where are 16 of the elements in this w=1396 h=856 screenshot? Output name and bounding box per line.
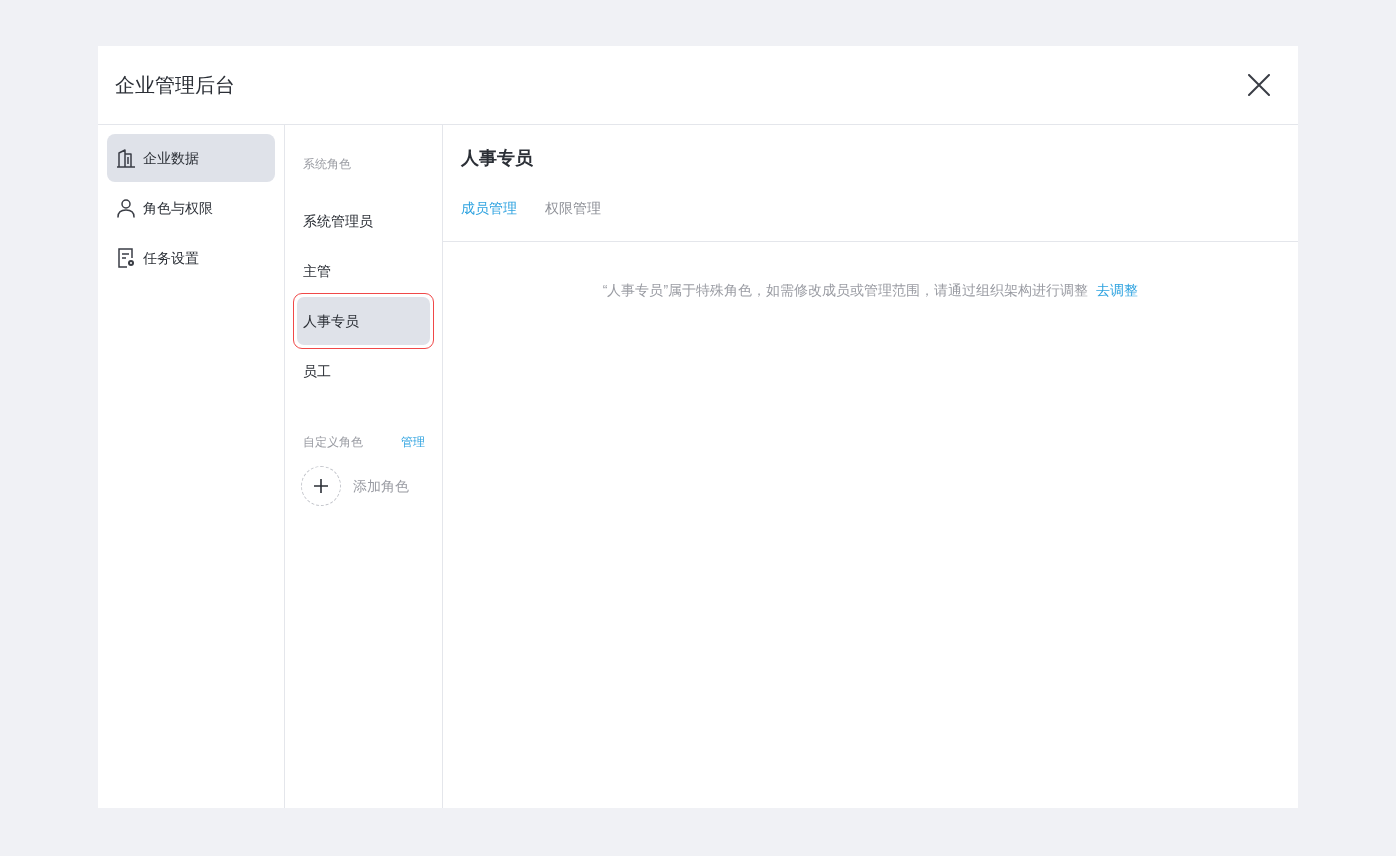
role-item[interactable]: 员工	[297, 347, 430, 395]
building-icon	[116, 148, 136, 168]
sidebar-item[interactable]: 任务设置	[107, 234, 275, 282]
document-gear-icon	[116, 248, 136, 268]
section-heading: 自定义角色	[303, 434, 363, 451]
person-icon	[116, 198, 136, 218]
section-heading: 系统角色	[303, 157, 351, 171]
close-icon	[1248, 74, 1270, 96]
role-item[interactable]: 人事专员	[297, 297, 430, 345]
sidebar-item[interactable]: 角色与权限	[107, 184, 275, 232]
dialog-title: 企业管理后台	[115, 73, 235, 98]
role-title: 人事专员	[461, 148, 533, 168]
notice-text: “人事专员”属于特殊角色，如需修改成员或管理范围，请通过组织架构进行调整	[602, 281, 1089, 300]
role-item[interactable]: 系统管理员	[297, 197, 430, 245]
role-item[interactable]: 主管	[297, 247, 430, 295]
sidebar-item[interactable]: 企业数据	[107, 134, 275, 182]
